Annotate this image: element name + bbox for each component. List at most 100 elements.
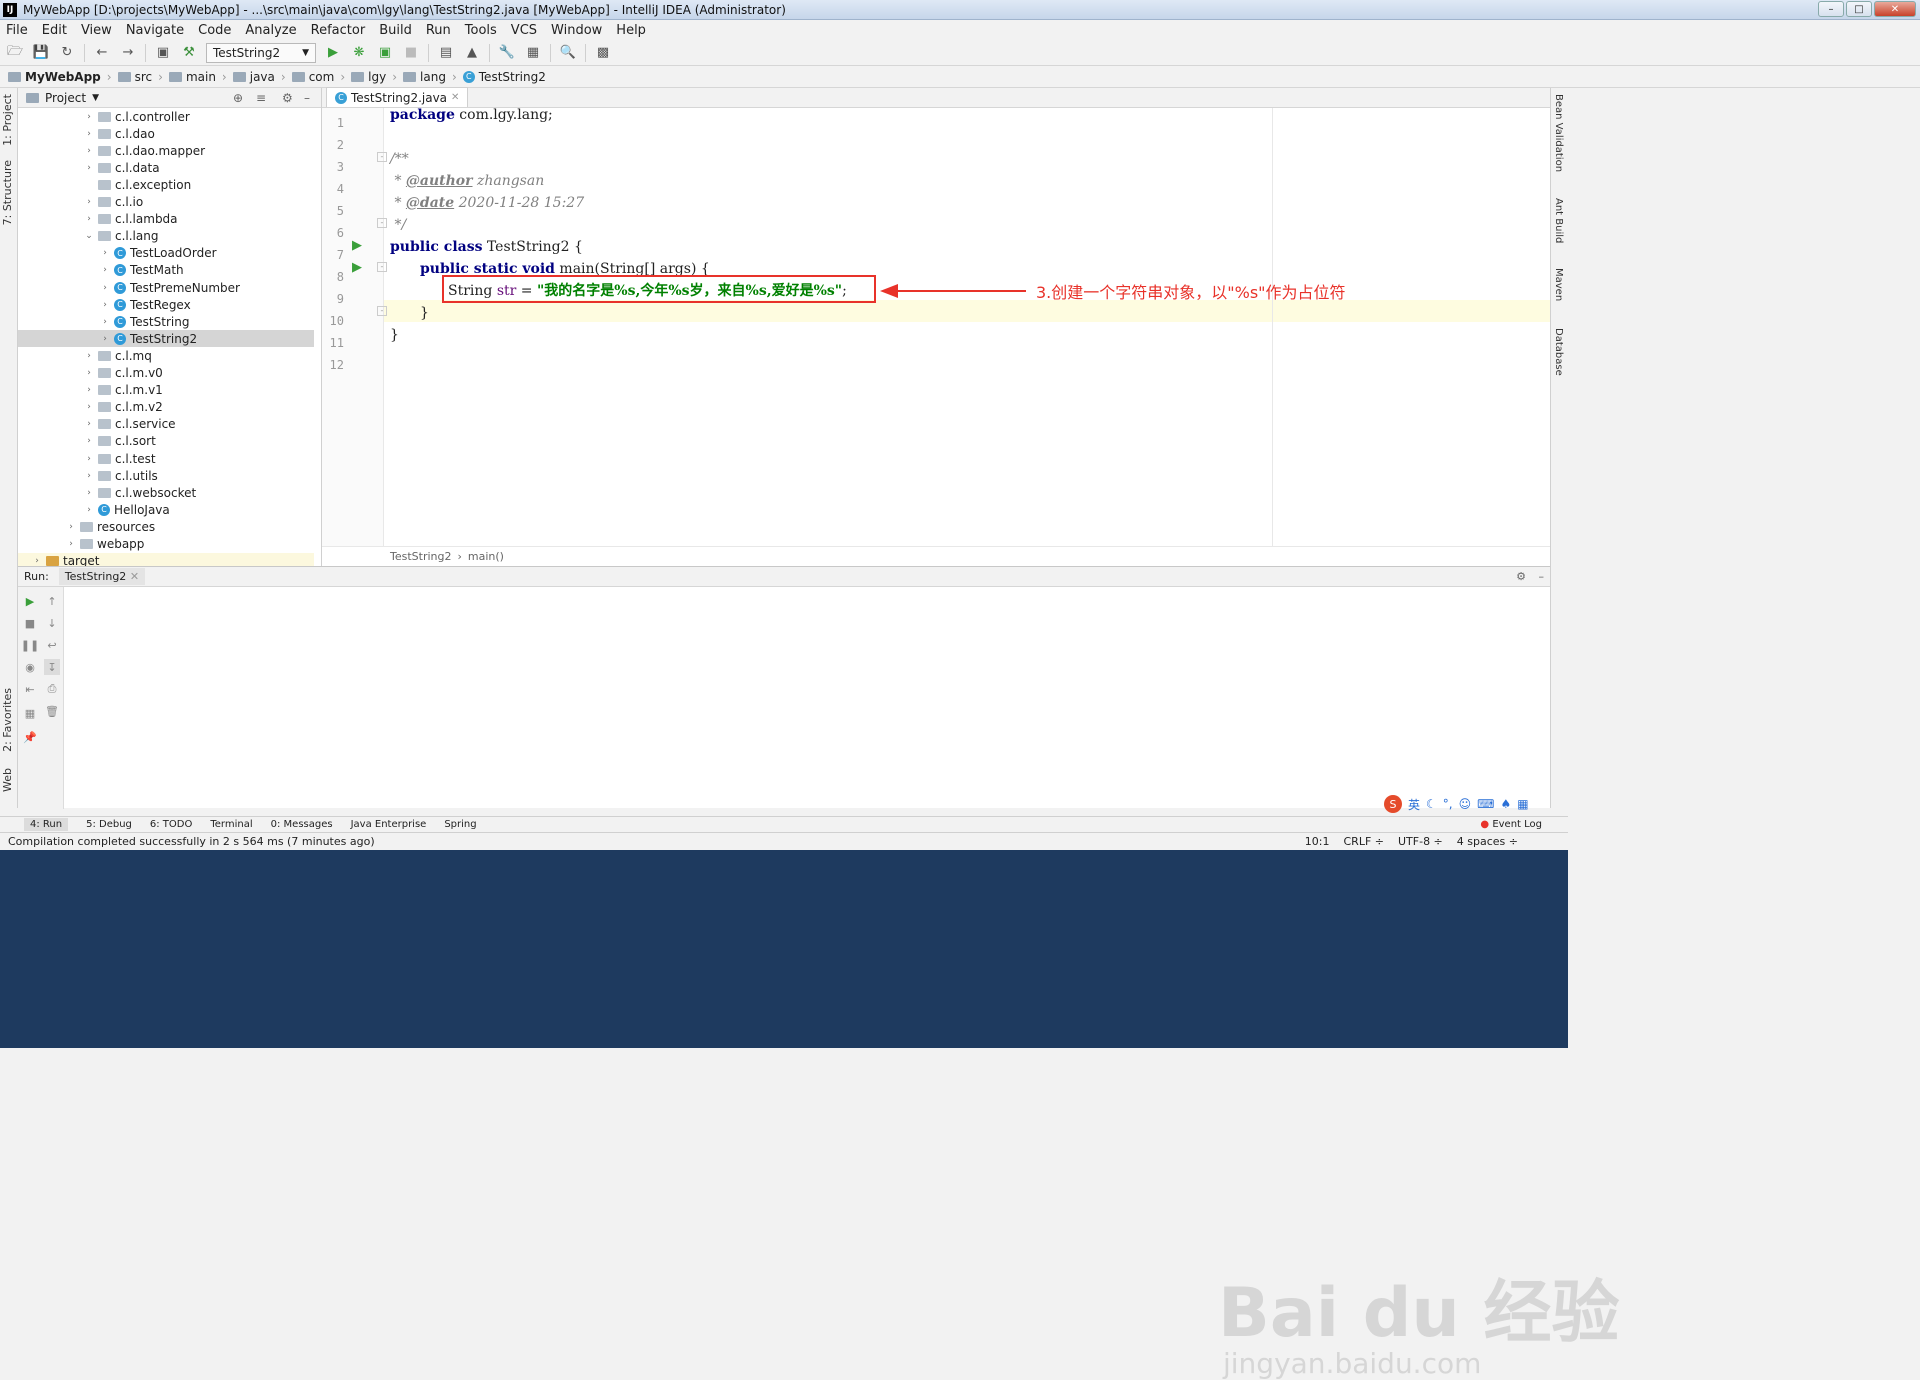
file-encoding[interactable]: UTF-8 ÷ (1398, 835, 1443, 848)
chevron-right-icon[interactable]: › (32, 556, 42, 566)
fold-icon[interactable]: - (377, 306, 387, 316)
tool-tab-project[interactable]: 1: Project (1, 94, 14, 146)
collapse-all-icon[interactable]: ≡ (256, 91, 266, 105)
maximize-button[interactable]: □ (1846, 1, 1872, 17)
stop-icon[interactable]: ■ (22, 615, 38, 631)
code-line-4[interactable]: * @author zhangsan (390, 170, 544, 192)
chevron-down-icon[interactable]: ⌄ (84, 231, 94, 241)
ime-emoji-icon[interactable]: ☺ (1459, 797, 1472, 811)
code-line-1[interactable]: package com.lgy.lang; (390, 104, 553, 126)
breadcrumb-file[interactable]: C TestString2 (462, 70, 546, 84)
project-tree-item[interactable]: › C TestString (18, 313, 314, 330)
project-tree-item[interactable]: › c.l.m.v1 (18, 382, 314, 399)
sync-icon[interactable]: ↻ (58, 44, 76, 62)
project-tree-item[interactable]: › c.l.io (18, 194, 314, 211)
menu-tools[interactable]: Tools (465, 23, 497, 38)
tool-tab-run[interactable]: 4: Run (24, 818, 69, 831)
close-icon[interactable]: ✕ (451, 92, 459, 103)
ime-tools-icon[interactable]: ▦ (1517, 797, 1528, 811)
line-separator[interactable]: CRLF ÷ (1344, 835, 1385, 848)
ime-logo-icon[interactable]: S (1384, 795, 1402, 813)
fold-icon[interactable]: - (377, 262, 387, 272)
breadcrumb-lgy[interactable]: lgy (351, 70, 386, 84)
project-tree-item[interactable]: › c.l.utils (18, 467, 314, 484)
run-icon[interactable]: ▶ (324, 44, 342, 62)
chevron-right-icon[interactable]: › (66, 522, 76, 532)
tool-tab-database[interactable]: Database (1553, 328, 1564, 376)
up-arrow-icon[interactable]: ↑ (44, 593, 60, 609)
debug-icon[interactable]: ❋ (350, 44, 368, 62)
chevron-right-icon[interactable]: › (100, 300, 110, 310)
project-tree-item[interactable]: › c.l.dao.mapper (18, 142, 314, 159)
project-tree-item[interactable]: › C TestString2 (18, 330, 314, 348)
project-settings-icon[interactable]: ▦ (524, 44, 542, 62)
code-breadcrumb-method[interactable]: main() (468, 550, 504, 563)
chevron-right-icon[interactable]: › (84, 454, 94, 464)
exit-icon[interactable]: ⇤ (22, 681, 38, 697)
chevron-right-icon[interactable]: › (100, 334, 110, 344)
rerun-icon[interactable]: ▶ (22, 593, 38, 609)
open-folder-icon[interactable]: 🗁 (6, 44, 24, 62)
project-view-select[interactable]: Project (45, 91, 86, 105)
run-configuration-select[interactable]: TestString2 ▼ (206, 42, 316, 63)
chevron-right-icon[interactable]: › (84, 129, 94, 139)
code-line-10[interactable]: } (420, 302, 429, 324)
soft-wrap-icon[interactable]: ↩ (44, 637, 60, 653)
menu-code[interactable]: Code (198, 23, 231, 38)
hide-icon[interactable]: – (304, 91, 310, 105)
caret-position[interactable]: 10:1 (1305, 835, 1330, 848)
down-arrow-icon[interactable]: ↓ (44, 615, 60, 631)
code-line-11[interactable]: } (390, 324, 399, 346)
tool-tab-spring[interactable]: Spring (444, 819, 476, 830)
project-tree-item[interactable]: › c.l.service (18, 416, 314, 433)
search-icon[interactable]: 🔍 (559, 44, 577, 62)
menu-navigate[interactable]: Navigate (126, 23, 184, 38)
code-line-5[interactable]: * @date 2020-11-28 15:27 (390, 192, 584, 214)
tool-tab-terminal[interactable]: Terminal (210, 819, 252, 830)
menu-refactor[interactable]: Refactor (311, 23, 366, 38)
settings-wrench-icon[interactable]: 🔧 (498, 44, 516, 62)
project-tree-item[interactable]: › C TestLoadOrder (18, 245, 314, 262)
hide-icon[interactable]: – (1539, 570, 1545, 583)
event-log-button[interactable]: ● Event Log (1480, 819, 1542, 830)
sdk-icon[interactable]: ▲ (463, 44, 481, 62)
pause-icon[interactable]: ❚❚ (21, 637, 39, 653)
project-tree-item[interactable]: › webapp (18, 536, 314, 553)
run-tab[interactable]: TestString2 ✕ (58, 568, 146, 585)
chevron-right-icon[interactable]: › (84, 402, 94, 412)
code-line-7[interactable]: public class TestString2 { (390, 236, 583, 258)
breadcrumb-main[interactable]: main (168, 70, 216, 84)
close-button[interactable]: ✕ (1874, 1, 1916, 17)
breadcrumb-com[interactable]: com (291, 70, 334, 84)
code-line-3[interactable]: /** (390, 148, 409, 170)
menu-analyze[interactable]: Analyze (245, 23, 296, 38)
project-tree-item[interactable]: › C TestPremeNumber (18, 279, 314, 296)
chevron-right-icon[interactable]: › (84, 488, 94, 498)
project-tree-item[interactable]: › c.l.test (18, 450, 314, 467)
breadcrumb-src[interactable]: src (117, 70, 152, 84)
breadcrumb-lang[interactable]: lang (403, 70, 446, 84)
project-tree-item[interactable]: › c.l.websocket (18, 484, 314, 501)
close-icon[interactable]: ✕ (130, 570, 139, 583)
chevron-right-icon[interactable]: › (84, 146, 94, 156)
tool-tab-maven[interactable]: Maven (1553, 268, 1564, 301)
fold-icon[interactable]: - (377, 218, 387, 228)
coverage-icon[interactable]: ▣ (376, 44, 394, 62)
fold-icon[interactable]: - (377, 152, 387, 162)
chevron-right-icon[interactable]: › (84, 385, 94, 395)
menu-file[interactable]: File (6, 23, 28, 38)
project-tree-item[interactable]: › c.l.data (18, 159, 314, 176)
gear-icon[interactable]: ⚙ (282, 91, 293, 105)
run-gutter-icon[interactable]: ▶ (352, 260, 362, 275)
menu-run[interactable]: Run (426, 23, 451, 38)
project-tree-item[interactable]: › c.l.m.v0 (18, 365, 314, 382)
tool-tab-todo[interactable]: 6: TODO (150, 819, 192, 830)
run-gutter-icon[interactable]: ▶ (352, 238, 362, 253)
tool-tab-structure[interactable]: 7: Structure (1, 160, 14, 225)
project-tree-item[interactable]: › resources (18, 518, 314, 535)
chevron-right-icon[interactable]: › (100, 248, 110, 258)
pin-icon[interactable]: 📌 (22, 729, 38, 745)
build-hammer-icon[interactable]: ⚒ (180, 44, 198, 62)
chevron-right-icon[interactable]: › (84, 214, 94, 224)
locate-icon[interactable]: ⊕ (233, 91, 243, 105)
